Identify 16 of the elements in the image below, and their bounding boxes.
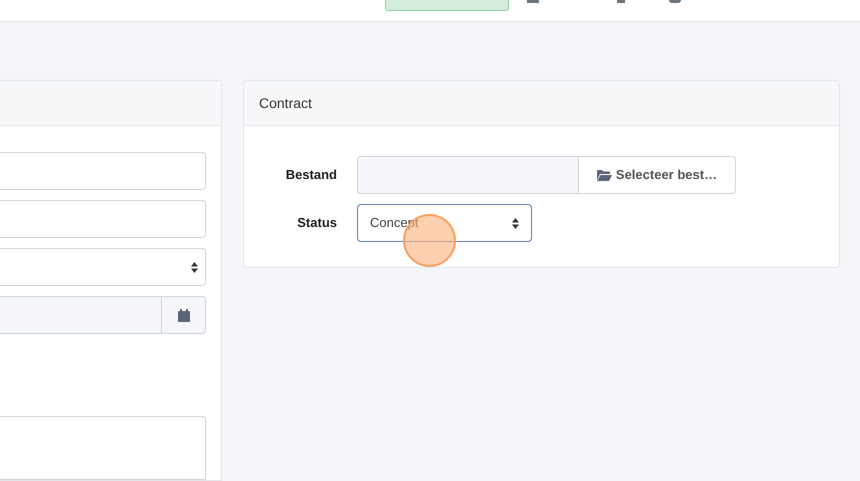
calendar-icon: [178, 308, 190, 322]
card-title: Contract: [259, 94, 312, 112]
input-field[interactable]: [0, 152, 206, 190]
input-field[interactable]: [0, 200, 206, 238]
textarea-field[interactable]: [0, 416, 206, 480]
file-input-field[interactable]: [357, 156, 579, 194]
select-file-button[interactable]: Selecteer best…: [579, 156, 736, 194]
field-label: Bestand: [284, 166, 337, 184]
field-label: Status: [296, 214, 337, 232]
nav-icon[interactable]: [669, 0, 681, 3]
sort-icon: [512, 218, 519, 228]
select-field[interactable]: [0, 248, 206, 286]
sort-icon: [191, 262, 198, 272]
folder-icon: [596, 170, 612, 180]
action-button[interactable]: [385, 0, 509, 11]
date-field[interactable]: [0, 296, 206, 334]
